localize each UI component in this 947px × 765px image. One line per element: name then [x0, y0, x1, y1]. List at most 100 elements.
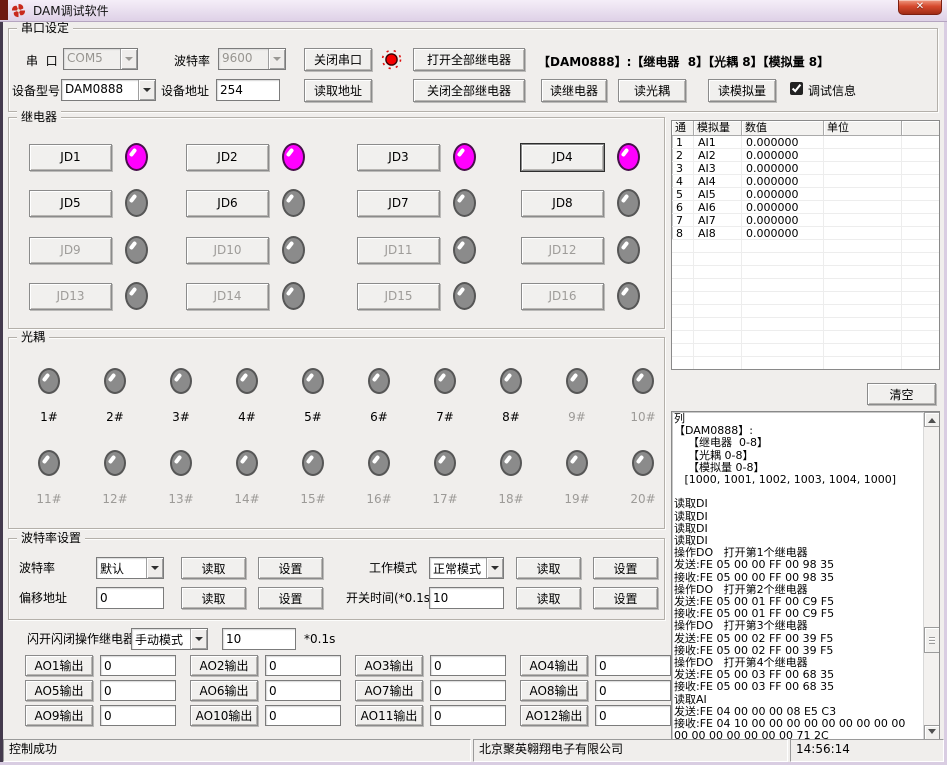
ao2-value-input[interactable]	[265, 655, 341, 676]
work-mode-set-button[interactable]: 设置	[593, 557, 658, 579]
ao8-value-input[interactable]	[595, 680, 671, 701]
cell-channel: 6	[672, 201, 694, 214]
relay-button-jd6[interactable]: JD6	[186, 190, 269, 217]
col-header-blank[interactable]	[902, 121, 939, 136]
opto-led-13	[170, 450, 192, 476]
relay-button-jd5[interactable]: JD5	[29, 190, 112, 217]
chevron-down-icon[interactable]	[146, 558, 163, 578]
close-all-relays-button[interactable]: 关闭全部继电器	[413, 79, 525, 102]
device-model-select[interactable]: DAM0888	[61, 79, 156, 101]
flash-mode-select[interactable]: 手动模式	[131, 628, 208, 650]
opto-led-20	[632, 450, 654, 476]
table-row: 8AI80.000000	[672, 227, 939, 240]
ao5-output-button[interactable]: AO5输出	[25, 680, 93, 701]
cell-value: 0.000000	[742, 136, 824, 149]
col-header-channel[interactable]: 通	[672, 121, 694, 136]
read-analog-button[interactable]: 读模拟量	[708, 79, 776, 102]
ao6-output-button[interactable]: AO6输出	[190, 680, 258, 701]
relay-button-jd7[interactable]: JD7	[357, 190, 440, 217]
work-mode-select[interactable]: 正常模式	[429, 557, 504, 579]
ao4-output-button[interactable]: AO4输出	[520, 655, 588, 676]
relay-button-jd2[interactable]: JD2	[186, 144, 269, 171]
title-bar[interactable]: DAM调试软件 ✕	[0, 0, 947, 22]
col-header-analog[interactable]: 模拟量	[694, 121, 742, 136]
ao11-value-input[interactable]	[430, 705, 506, 726]
device-address-input[interactable]	[216, 79, 280, 101]
triangle-up-icon	[928, 414, 936, 423]
cell-value: 0.000000	[742, 149, 824, 162]
baud-set-button[interactable]: 设置	[258, 557, 323, 579]
opto-label: 11#	[36, 492, 61, 506]
ao7-output-button[interactable]: AO7输出	[355, 680, 423, 701]
opto-led-11	[38, 450, 60, 476]
ao1-value-input[interactable]	[100, 655, 176, 676]
col-header-value[interactable]: 数值	[742, 121, 824, 136]
debug-info-checkbox[interactable]	[790, 82, 803, 95]
baud-setting-select[interactable]: 默认	[96, 557, 164, 579]
switch-time-set-button[interactable]: 设置	[593, 587, 658, 609]
ao10-output-button[interactable]: AO10输出	[190, 705, 258, 726]
log-scrollbar[interactable]	[923, 412, 939, 740]
scrollbar-thumb[interactable]	[924, 627, 940, 653]
baud-rate-select[interactable]: 9600	[218, 48, 286, 70]
ao12-output-button[interactable]: AO12输出	[520, 705, 588, 726]
ao1-output-button[interactable]: AO1输出	[25, 655, 93, 676]
ao9-output-button[interactable]: AO9输出	[25, 705, 93, 726]
ao11-output-button[interactable]: AO11输出	[355, 705, 423, 726]
cell-value: 0.000000	[742, 162, 824, 175]
log-text[interactable]: 列 【DAM0888】: 【继电器 0-8】 【光耦 0-8】 【模拟量 0-8…	[672, 412, 923, 740]
ao-pair: AO3输出	[355, 655, 506, 676]
chevron-down-icon[interactable]	[190, 629, 207, 649]
opto-led-10	[632, 368, 654, 394]
relay-button-jd8[interactable]: JD8	[521, 190, 604, 217]
ao8-output-button[interactable]: AO8输出	[520, 680, 588, 701]
opto-label: 2#	[106, 410, 124, 424]
open-all-relays-button[interactable]: 打开全部继电器	[413, 48, 525, 71]
ao7-value-input[interactable]	[430, 680, 506, 701]
offset-address-input[interactable]	[96, 587, 164, 609]
relay-button-jd4[interactable]: JD4	[521, 144, 604, 171]
ao6-value-input[interactable]	[265, 680, 341, 701]
close-button[interactable]: ✕	[898, 0, 942, 15]
scroll-down-button[interactable]	[924, 725, 940, 740]
cell-unit	[824, 175, 902, 188]
relay-led-jd13	[125, 282, 148, 310]
ao3-value-input[interactable]	[430, 655, 506, 676]
ao12-value-input[interactable]	[595, 705, 671, 726]
col-header-unit[interactable]: 单位	[824, 121, 902, 136]
chevron-down-icon[interactable]	[268, 49, 285, 69]
work-mode-read-button[interactable]: 读取	[516, 557, 581, 579]
chevron-down-icon[interactable]	[138, 80, 155, 100]
baud-read-button[interactable]: 读取	[181, 557, 246, 579]
close-icon: ✕	[916, 2, 924, 12]
ao4-value-input[interactable]	[595, 655, 671, 676]
switch-time-read-button[interactable]: 读取	[516, 587, 581, 609]
close-serial-button[interactable]: 关闭串口	[304, 48, 372, 71]
flash-time-input[interactable]	[222, 628, 296, 650]
scroll-up-button[interactable]	[924, 412, 940, 427]
ao-pair: AO1输出	[25, 655, 176, 676]
switch-time-input[interactable]	[429, 587, 504, 609]
opto-led-19	[566, 450, 588, 476]
clear-log-button[interactable]: 清空	[867, 383, 936, 405]
read-relay-button[interactable]: 读继电器	[541, 79, 607, 102]
opto-label: 12#	[102, 492, 127, 506]
chevron-down-icon[interactable]	[120, 49, 137, 69]
ao-pair: AO9输出	[25, 705, 176, 726]
read-address-button[interactable]: 读取地址	[304, 79, 372, 102]
opto-label: 15#	[300, 492, 325, 506]
read-opto-button[interactable]: 读光耦	[618, 79, 686, 102]
cell-analog: AI6	[694, 201, 742, 214]
com-port-select[interactable]: COM5	[63, 48, 138, 70]
relay-button-jd1[interactable]: JD1	[29, 144, 112, 171]
ao5-value-input[interactable]	[100, 680, 176, 701]
offset-read-button[interactable]: 读取	[181, 587, 246, 609]
ao2-output-button[interactable]: AO2输出	[190, 655, 258, 676]
offset-set-button[interactable]: 设置	[258, 587, 323, 609]
relay-button-jd3[interactable]: JD3	[357, 144, 440, 171]
ao10-value-input[interactable]	[265, 705, 341, 726]
chevron-down-icon[interactable]	[486, 558, 503, 578]
ao9-value-input[interactable]	[100, 705, 176, 726]
ao3-output-button[interactable]: AO3输出	[355, 655, 423, 676]
ao-pair: AO10输出	[190, 705, 341, 726]
